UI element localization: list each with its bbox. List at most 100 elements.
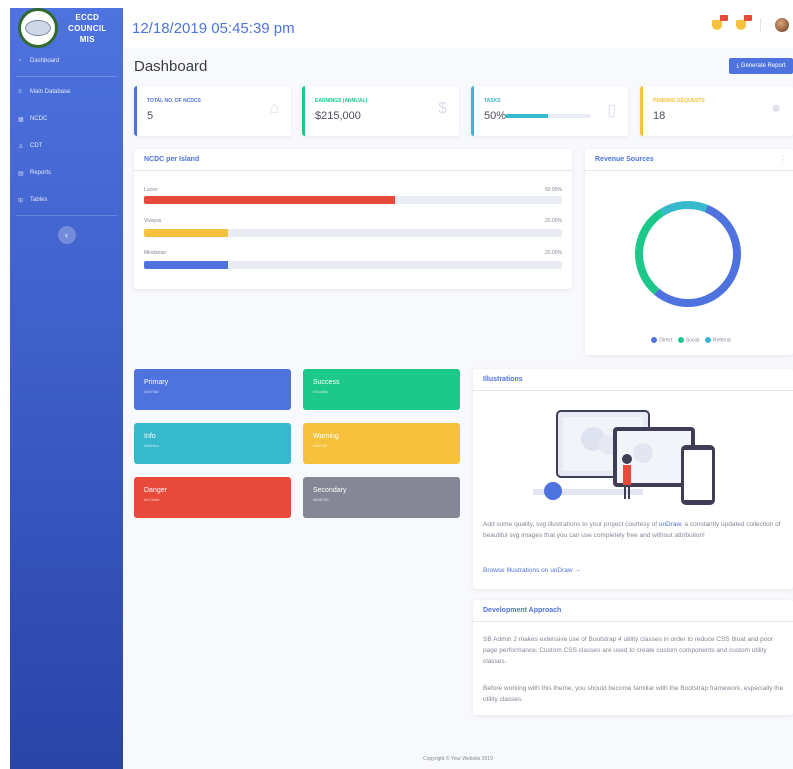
progress-track-luzon bbox=[144, 196, 562, 204]
progress-track-mindanao bbox=[144, 261, 562, 269]
color-card-hex: #36b9cc bbox=[144, 443, 160, 448]
sidebar-item-ncdc[interactable]: ▦ NCDC bbox=[10, 112, 123, 126]
stat-value: 18 bbox=[653, 110, 666, 122]
stat-card-pending: PENDING REQUESTS 18 ● bbox=[640, 86, 793, 136]
undraw-link[interactable]: unDraw bbox=[659, 521, 681, 528]
brand-line-2: COUNCIL bbox=[68, 23, 107, 33]
sidebar-item-label: Main Database bbox=[30, 89, 71, 95]
stat-value: $215,000 bbox=[315, 110, 361, 122]
messages-badge bbox=[744, 15, 752, 21]
development-approach-card: Development Approach SB Admin 2 makes ex… bbox=[473, 600, 793, 715]
sidebar-item-label: Tables bbox=[30, 197, 48, 203]
progress-fill-mindanao bbox=[144, 261, 228, 269]
legend-label-social: Social bbox=[685, 337, 700, 344]
progress-pct-luzon: 60.00% bbox=[545, 187, 562, 193]
sidebar-item-reports[interactable]: ▤ Reports bbox=[10, 166, 123, 180]
main-content: Dashboard ⤓ Generate Report TOTAL NO. OF… bbox=[123, 48, 793, 769]
card-title: Development Approach bbox=[473, 600, 793, 622]
color-card-title: Info bbox=[144, 433, 156, 440]
stat-label: EARNINGS (ANNUAL) bbox=[315, 98, 368, 104]
color-card-secondary: Secondary #858796 bbox=[303, 477, 460, 518]
comments-icon: ● bbox=[771, 100, 781, 117]
sidebar-divider bbox=[16, 76, 117, 77]
datetime-clock: 12/18/2019 05:45:39 pm bbox=[132, 19, 295, 37]
progress-pct-mindanao: 20.00% bbox=[545, 250, 562, 256]
chevron-left-icon: ‹ bbox=[65, 230, 68, 240]
color-card-title: Success bbox=[313, 379, 340, 386]
logo bbox=[18, 8, 58, 48]
sidebar-toggle-button[interactable]: ‹ bbox=[57, 226, 76, 244]
illustrations-card: Illustrations Add some quality, svg illu… bbox=[473, 369, 793, 589]
alerts-bell-icon[interactable] bbox=[712, 15, 728, 30]
color-card-title: Secondary bbox=[313, 487, 347, 494]
stat-value: 5 bbox=[147, 110, 154, 122]
page-title: Dashboard bbox=[134, 58, 208, 75]
sidebar-item-main-database[interactable]: ≡ Main Database bbox=[10, 85, 123, 99]
messages-envelope-icon[interactable] bbox=[736, 15, 752, 30]
brand[interactable]: ECCD COUNCIL MIS bbox=[10, 8, 123, 48]
home-icon: ⌂ bbox=[269, 100, 279, 117]
browse-illustrations-link[interactable]: Browse Illustrations on unDraw → bbox=[483, 567, 581, 574]
topbar-icons bbox=[712, 15, 789, 32]
sidebar-divider bbox=[16, 215, 117, 216]
progress-track-visayas bbox=[144, 229, 562, 237]
table-icon: ⊞ bbox=[18, 197, 24, 204]
dashboard-icon: ◔ bbox=[18, 58, 22, 64]
sidebar-item-dashboard[interactable]: ◔ Dashboard bbox=[10, 54, 123, 68]
sidebar-item-label: CDT bbox=[30, 143, 43, 149]
more-options-icon[interactable]: ⋮ bbox=[779, 155, 787, 164]
donut-slice-referral[interactable] bbox=[659, 201, 708, 216]
stat-value: 50% bbox=[484, 110, 507, 122]
card-title: Revenue Sources bbox=[585, 149, 793, 171]
color-card-title: Warning bbox=[313, 433, 339, 440]
donut-slice-social[interactable] bbox=[635, 209, 665, 295]
progress-fill-luzon bbox=[144, 196, 395, 204]
stat-label: TOTAL NO. OF NCDCs bbox=[147, 98, 201, 104]
progress-label-visayas: Visayas bbox=[144, 218, 162, 224]
brand-line-3: MIS bbox=[79, 34, 95, 44]
brand-text: ECCD COUNCIL MIS bbox=[68, 12, 107, 45]
sidebar-item-tables[interactable]: ⊞ Tables bbox=[10, 193, 123, 207]
progress-label-mindanao: Mindanao bbox=[144, 250, 166, 256]
sidebar: ECCD COUNCIL MIS ◔ Dashboard ≡ Main Data… bbox=[10, 8, 123, 769]
legend-dot-social bbox=[677, 337, 684, 343]
stat-card-ncdcs: TOTAL NO. OF NCDCs 5 ⌂ bbox=[134, 86, 291, 136]
sidebar-item-cdt[interactable]: ♙ CDT bbox=[10, 139, 123, 153]
sidebar-item-label: NCDC bbox=[30, 116, 48, 122]
color-card-hex: #e74a3b bbox=[144, 497, 160, 502]
building-icon: ▦ bbox=[18, 116, 24, 123]
database-icon: ≡ bbox=[18, 89, 22, 95]
alerts-badge bbox=[720, 15, 728, 21]
legend-label-referral: Referral bbox=[712, 337, 731, 344]
stat-label: TASKS bbox=[484, 98, 501, 104]
tasks-progress-bar bbox=[505, 114, 591, 118]
legend-dot-direct bbox=[651, 337, 658, 343]
ncdc-per-island-card: NCDC per Island Luzon 60.00% Visayas 20.… bbox=[134, 149, 572, 289]
footer-copyright: Copyright © Your Website 2019 bbox=[423, 756, 493, 762]
report-icon: ▤ bbox=[18, 170, 24, 177]
topbar-divider bbox=[760, 18, 761, 32]
color-card-warning: Warning #f6c23e bbox=[303, 423, 460, 464]
stat-card-tasks: TASKS 50% ▯ bbox=[471, 86, 628, 136]
donut-slice-direct[interactable] bbox=[654, 204, 741, 307]
sidebar-item-label: Dashboard bbox=[30, 58, 60, 64]
progress-pct-visayas: 20.00% bbox=[545, 218, 562, 224]
revenue-sources-card: Revenue Sources ⋮ Direct Social Referral bbox=[585, 149, 793, 355]
stat-card-earnings: EARNINGS (ANNUAL) $215,000 $ bbox=[302, 86, 459, 136]
color-card-hex: #858796 bbox=[313, 497, 329, 502]
topbar: 12/18/2019 05:45:39 pm bbox=[123, 8, 793, 48]
color-card-success: Success #1cc88a bbox=[303, 369, 460, 410]
stat-label: PENDING REQUESTS bbox=[653, 98, 705, 104]
color-card-danger: Danger #e74a3b bbox=[134, 477, 291, 518]
card-title: Illustrations bbox=[473, 369, 793, 391]
generate-report-button[interactable]: ⤓ Generate Report bbox=[729, 58, 793, 74]
user-avatar[interactable] bbox=[775, 18, 789, 32]
brand-line-1: ECCD bbox=[75, 12, 100, 22]
color-card-title: Primary bbox=[144, 379, 169, 386]
card-title: NCDC per Island bbox=[134, 149, 572, 171]
legend-dot-referral bbox=[704, 337, 711, 343]
color-card-info: Info #36b9cc bbox=[134, 423, 291, 464]
clipboard-icon: ▯ bbox=[607, 102, 616, 119]
legend-label-direct: Direct bbox=[659, 337, 673, 344]
progress-fill-visayas bbox=[144, 229, 228, 237]
